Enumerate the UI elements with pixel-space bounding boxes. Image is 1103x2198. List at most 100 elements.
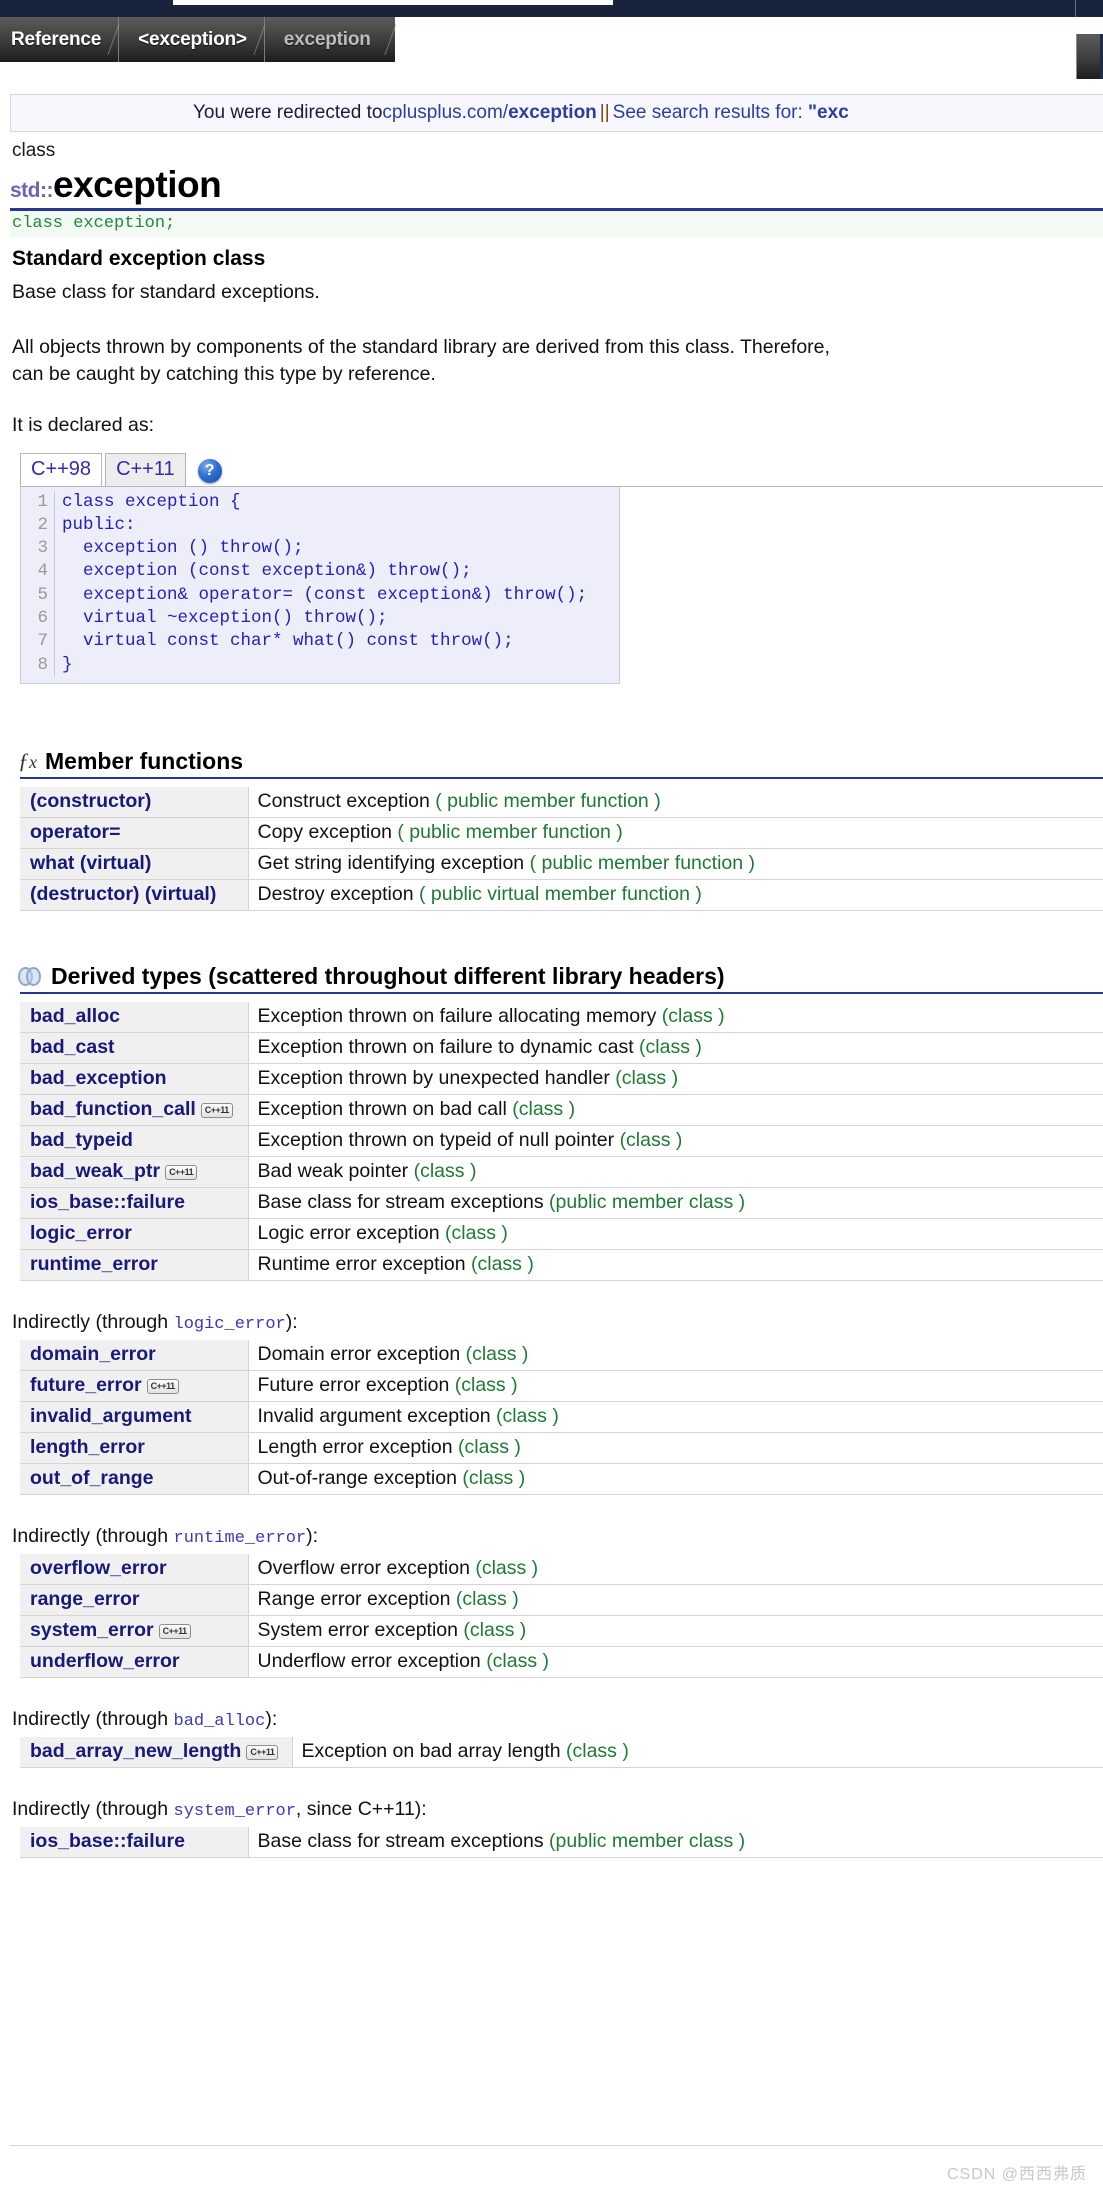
- breadcrumb-item-1[interactable]: <exception>: [119, 17, 266, 62]
- indirect-label-parent[interactable]: logic_error: [174, 1315, 286, 1334]
- row-name-cell[interactable]: logic_error: [20, 1218, 249, 1250]
- row-name-link[interactable]: operator=: [30, 821, 120, 843]
- row-name-link[interactable]: bad_array_new_length: [30, 1740, 241, 1762]
- table-row: system_error C++11 System error exception …: [20, 1615, 1103, 1647]
- search-results-link[interactable]: See search results for: "exc: [613, 102, 849, 124]
- row-name-link[interactable]: bad_cast: [30, 1036, 115, 1058]
- row-description-text: Range error exception: [257, 1587, 456, 1610]
- row-kind-text: (class ): [458, 1435, 521, 1458]
- row-name-link[interactable]: bad_weak_ptr: [30, 1160, 160, 1182]
- row-description-text: Runtime error exception: [257, 1252, 472, 1275]
- row-name-cell[interactable]: bad_function_call C++11: [20, 1094, 249, 1126]
- declaration-code: class exception;: [10, 210, 1103, 237]
- row-name-link[interactable]: domain_error: [30, 1343, 156, 1365]
- indirect-label-suffix: ):: [285, 1310, 298, 1333]
- row-name-cell[interactable]: system_error C++11: [20, 1615, 249, 1647]
- row-kind-text: (class ): [465, 1342, 529, 1365]
- code-line-number: 7: [21, 630, 55, 654]
- version-tab-cpp98[interactable]: C++98: [20, 452, 103, 486]
- code-line-text: exception () throw();: [62, 538, 304, 559]
- row-name-cell[interactable]: range_error: [20, 1584, 249, 1616]
- row-name-link[interactable]: system_error: [30, 1619, 154, 1641]
- row-kind-text: ( public member function ): [435, 789, 661, 812]
- row-name-cell[interactable]: bad_weak_ptr C++11: [20, 1156, 249, 1188]
- row-name-cell[interactable]: overflow_error: [20, 1553, 249, 1585]
- row-name-link[interactable]: underflow_error: [30, 1650, 180, 1672]
- indirect-label-parent[interactable]: runtime_error: [174, 1529, 307, 1548]
- code-line: 3 exception () throw();: [21, 537, 619, 561]
- row-name-cell[interactable]: invalid_argument: [20, 1401, 249, 1433]
- table-row: runtime_error Runtime error exception (cl…: [20, 1249, 1103, 1281]
- row-name-link[interactable]: bad_exception: [30, 1067, 167, 1089]
- code-line-number: 8: [21, 653, 55, 677]
- redirect-notice: You were redirected to cplusplus.com/exc…: [10, 94, 1103, 132]
- row-name-cell[interactable]: runtime_error: [20, 1249, 249, 1281]
- row-name-link[interactable]: out_of_range: [30, 1467, 154, 1489]
- row-kind-text: (class ): [619, 1128, 683, 1151]
- row-name-link[interactable]: future_error: [30, 1374, 142, 1396]
- row-name-cell[interactable]: bad_exception: [20, 1063, 249, 1095]
- cpp11-badge-icon: C++11: [200, 1102, 233, 1118]
- row-name-link[interactable]: bad_function_call: [30, 1098, 196, 1120]
- row-name-cell[interactable]: domain_error: [20, 1339, 249, 1371]
- row-name-link[interactable]: overflow_error: [30, 1557, 167, 1579]
- row-name-cell[interactable]: bad_array_new_length C++11: [20, 1736, 293, 1768]
- row-name-cell[interactable]: what (virtual): [20, 848, 249, 880]
- row-name-cell[interactable]: (destructor) (virtual): [20, 879, 249, 911]
- row-name-link[interactable]: what (virtual): [30, 852, 151, 874]
- row-name-link[interactable]: ios_base::failure: [30, 1830, 185, 1852]
- row-name-link[interactable]: (constructor): [30, 790, 151, 812]
- table-row: bad_function_call C++11 Exception thrown o…: [20, 1094, 1103, 1126]
- derived-types-heading-text: Derived types (scattered throughout diff…: [51, 962, 725, 989]
- row-name-cell[interactable]: bad_cast: [20, 1032, 249, 1064]
- row-name-link[interactable]: invalid_argument: [30, 1405, 191, 1427]
- row-description-cell: Base class for stream exceptions (public…: [248, 1826, 1103, 1858]
- row-name-cell[interactable]: bad_alloc: [20, 1001, 249, 1033]
- table-row: overflow_error Overflow error exception (…: [20, 1553, 1103, 1585]
- row-kind-text: ( public member function ): [529, 851, 755, 874]
- indirect-label-suffix: ):: [306, 1524, 319, 1547]
- entity-subtitle: Standard exception class: [12, 246, 266, 270]
- row-name-cell[interactable]: out_of_range: [20, 1463, 249, 1495]
- watermark: CSDN @西西弗质: [946, 2166, 1087, 2183]
- row-description-text: Logic error exception: [257, 1221, 446, 1244]
- fx-icon: ƒx: [18, 748, 37, 774]
- row-name-link[interactable]: length_error: [30, 1436, 145, 1458]
- row-name-cell[interactable]: ios_base::failure: [20, 1187, 249, 1219]
- code-line-text: exception& operator= (const exception&) …: [62, 584, 588, 605]
- row-name-cell[interactable]: underflow_error: [20, 1646, 249, 1678]
- member-functions-rule: [20, 776, 1103, 779]
- row-name-cell[interactable]: length_error: [20, 1432, 249, 1464]
- row-name-link[interactable]: bad_alloc: [30, 1005, 120, 1027]
- indirect-label-parent[interactable]: bad_alloc: [174, 1712, 266, 1731]
- row-name-cell[interactable]: future_error C++11: [20, 1370, 249, 1402]
- row-name-link[interactable]: ios_base::failure: [30, 1191, 185, 1213]
- row-name-cell[interactable]: operator=: [20, 817, 249, 849]
- row-kind-text: (class ): [566, 1739, 629, 1762]
- row-name-link[interactable]: (destructor) (virtual): [30, 883, 216, 905]
- row-kind-text: (class ): [445, 1221, 508, 1244]
- row-description-cell: Construct exception ( public member func…: [248, 786, 1103, 818]
- row-name-link[interactable]: range_error: [30, 1588, 139, 1610]
- redirect-link[interactable]: cplusplus.com/exception: [382, 102, 596, 124]
- version-tab-cpp11[interactable]: C++11: [105, 452, 186, 486]
- row-name-cell[interactable]: bad_typeid: [20, 1125, 249, 1157]
- redirect-separator: ||: [599, 102, 610, 123]
- row-description-cell: Domain error exception (class ): [248, 1339, 1103, 1371]
- row-name-cell[interactable]: ios_base::failure: [20, 1826, 249, 1858]
- row-name-link[interactable]: bad_typeid: [30, 1129, 133, 1151]
- indirect-label-parent[interactable]: system_error: [174, 1802, 296, 1821]
- breadcrumb-right-tab[interactable]: [1076, 34, 1103, 79]
- row-name-link[interactable]: runtime_error: [30, 1253, 158, 1275]
- breadcrumb-item-2[interactable]: exception: [264, 17, 397, 62]
- row-kind-text: (class ): [661, 1004, 725, 1027]
- row-description-text: Copy exception: [257, 820, 398, 843]
- namespace-prefix: std::: [10, 179, 54, 202]
- table-row: what (virtual) Get string identifying exc…: [20, 848, 1103, 880]
- row-description-text: Construct exception: [257, 789, 436, 812]
- row-name-link[interactable]: logic_error: [30, 1222, 132, 1244]
- row-name-cell[interactable]: (constructor): [20, 786, 249, 818]
- help-icon[interactable]: ?: [197, 458, 222, 483]
- breadcrumb-item-0[interactable]: Reference: [0, 17, 120, 62]
- cpp11-badge-icon: C++11: [246, 1744, 279, 1760]
